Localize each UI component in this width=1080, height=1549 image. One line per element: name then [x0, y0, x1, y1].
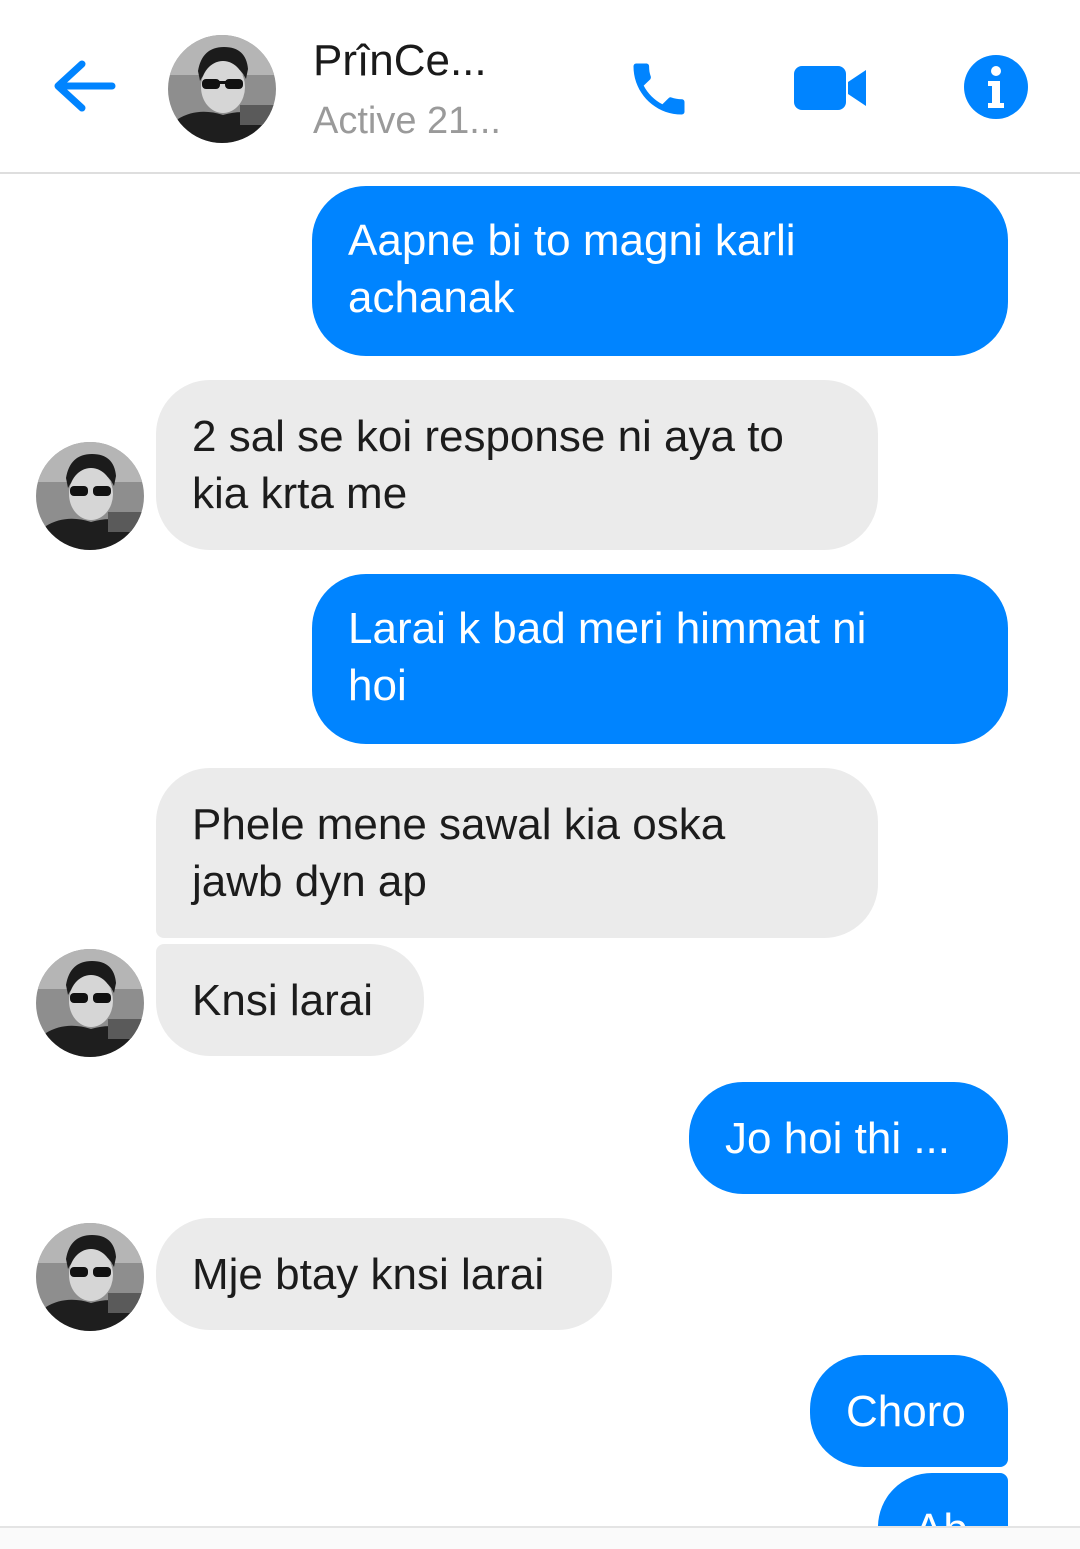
outgoing-message[interactable]: Choro: [810, 1355, 1008, 1467]
outgoing-message[interactable]: Aapne bi to magni karli achanak: [312, 186, 1008, 356]
incoming-message[interactable]: Knsi larai: [156, 944, 424, 1056]
contact-photo: [36, 1223, 144, 1331]
contact-photo: [36, 442, 144, 550]
message-line: Choro: [846, 1387, 966, 1436]
message-line: Ab: [914, 1501, 972, 1526]
message-line: jawb dyn ap: [192, 857, 427, 906]
message-line: Aapne bi to magni karli: [348, 216, 796, 265]
message-line: 2 sal se koi response ni aya to: [192, 412, 784, 461]
contact-photo: [168, 35, 276, 143]
conversation-info-button[interactable]: [962, 53, 1030, 121]
info-icon: [964, 55, 1028, 119]
contact-name[interactable]: PrînCe...: [313, 36, 487, 86]
back-arrow-icon: [54, 60, 116, 112]
active-status: Active 21...: [313, 100, 501, 142]
sender-avatar[interactable]: [36, 442, 144, 550]
message-line: Mje btay knsi larai: [192, 1250, 545, 1299]
message-line: Jo hoi thi ...: [725, 1114, 951, 1163]
voice-call-button[interactable]: [625, 55, 693, 123]
message-line: achanak: [348, 273, 515, 322]
message-thread[interactable]: Aapne bi to magni karli achanak 2 sal se…: [0, 174, 1080, 1526]
outgoing-message[interactable]: Jo hoi thi ...: [689, 1082, 1008, 1194]
back-button[interactable]: [50, 56, 116, 116]
sender-avatar[interactable]: [36, 1223, 144, 1331]
contact-photo: [36, 949, 144, 1057]
conversation-header: PrînCe... Active 21...: [0, 0, 1080, 174]
phone-icon: [633, 63, 685, 115]
outgoing-message[interactable]: Ab: [878, 1473, 1008, 1526]
composer-area: [0, 1528, 1080, 1549]
incoming-message[interactable]: Mje btay knsi larai: [156, 1218, 612, 1330]
video-call-button[interactable]: [792, 60, 868, 116]
outgoing-message[interactable]: Larai k bad meri himmat ni hoi: [312, 574, 1008, 744]
contact-avatar[interactable]: [168, 35, 276, 143]
sender-avatar[interactable]: [36, 949, 144, 1057]
message-line: Phele mene sawal kia oska: [192, 800, 726, 849]
message-line: Knsi larai: [192, 976, 373, 1025]
video-camera-icon: [794, 66, 866, 110]
incoming-message[interactable]: 2 sal se koi response ni aya to kia krta…: [156, 380, 878, 550]
message-line: hoi: [348, 661, 407, 710]
message-line: Larai k bad meri himmat ni: [348, 604, 867, 653]
message-line: kia krta me: [192, 469, 408, 518]
incoming-message[interactable]: Phele mene sawal kia oska jawb dyn ap: [156, 768, 878, 938]
